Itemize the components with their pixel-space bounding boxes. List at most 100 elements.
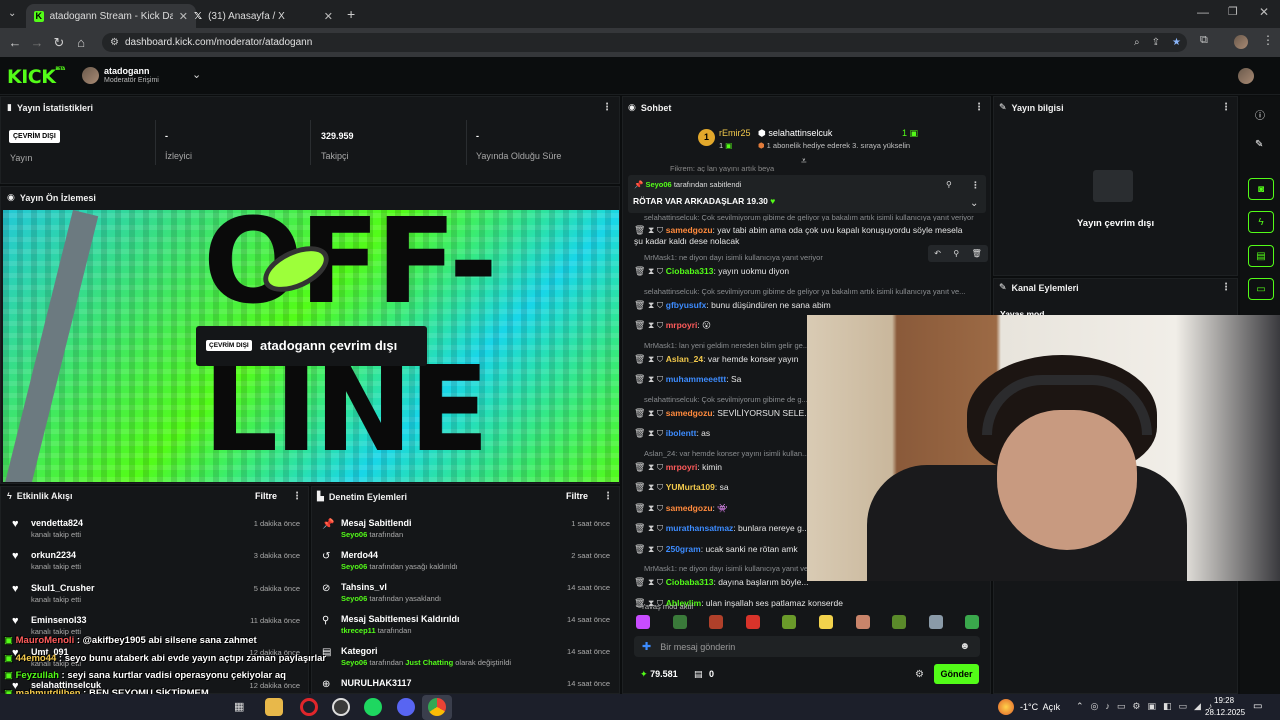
stats-menu-icon[interactable]: ⋮ — [602, 102, 612, 113]
ban-user-icon[interactable]: ⛉ — [657, 374, 666, 384]
rail-notes-button[interactable]: ▤ — [1248, 245, 1274, 267]
delete-message-icon[interactable]: 🗑 — [634, 544, 648, 554]
maximize-button[interactable]: ❐ — [1228, 5, 1238, 18]
close-tab-icon[interactable]: ✕ — [324, 10, 333, 23]
rail-camera-button[interactable]: ◙ — [1248, 178, 1274, 200]
chat-message[interactable]: 🗑 ⧗ ⛉ Aslan_24: var hemde konser yayın — [634, 354, 799, 365]
timeout-icon[interactable]: ⧗ — [648, 577, 657, 587]
emote-button[interactable] — [709, 615, 724, 629]
forward-icon[interactable]: → — [26, 35, 48, 50]
timeout-icon[interactable]: ⧗ — [648, 482, 657, 492]
chrome-icon[interactable] — [428, 698, 446, 716]
site-info-icon[interactable]: ⚙ — [110, 37, 119, 48]
timeout-icon[interactable]: ⧗ — [648, 408, 657, 418]
channel-switch-chevron-icon[interactable]: ⌄ — [192, 68, 201, 81]
weather-text[interactable]: -1°C Açık — [1020, 702, 1060, 712]
chat-message[interactable]: 🗑 ⧗ ⛉ mrpoyri: kimin — [634, 462, 722, 473]
emote-button[interactable] — [819, 615, 833, 629]
ban-user-icon[interactable]: ⛉ — [657, 544, 666, 554]
send-button[interactable]: Gönder — [934, 664, 979, 684]
chat-message[interactable]: 🗑 ⧗ ⛉ samedgozu: yav tabi abim ama oda ç… — [634, 225, 962, 236]
profile-avatar[interactable] — [1234, 35, 1248, 49]
ban-user-icon[interactable]: ⛉ — [657, 320, 666, 330]
chat-message[interactable]: 🗑 ⧗ ⛉ samedgozu: SEVİLİYORSUN SELE... — [634, 408, 811, 419]
pin-message-icon[interactable]: ⚲ — [953, 249, 959, 258]
modaction-user[interactable]: tkrecep11 — [341, 626, 376, 635]
minimize-button[interactable]: — — [1197, 5, 1209, 19]
modaction-user[interactable]: Seyo06 — [341, 658, 367, 667]
chat-message[interactable]: 🗑 ⧗ ⛉ ibolentt: as — [634, 428, 710, 439]
file-explorer-icon[interactable] — [265, 698, 283, 716]
chat-username[interactable]: gfbyusufx — [666, 300, 707, 310]
chat-username[interactable]: Ciobaba313 — [666, 266, 714, 276]
chat-username[interactable]: samedgozu — [666, 408, 713, 418]
chat-message[interactable]: 🗑 ⧗ ⛉ YUMurta109: sa — [634, 482, 729, 493]
timeout-icon[interactable]: ⧗ — [648, 462, 657, 472]
delete-message-icon[interactable]: 🗑 — [634, 225, 648, 235]
chat-username[interactable]: samedgozu — [666, 503, 713, 513]
share-icon[interactable]: ⇪ — [1152, 37, 1160, 48]
chat-message[interactable]: 🗑 ⧗ ⛉ murathansatmaz: bunlara nereye g..… — [634, 523, 809, 534]
delete-message-icon[interactable]: 🗑 — [634, 374, 648, 384]
chat-message[interactable]: 🗑 ⧗ ⛉ gfbyusufx: bunu düşündüren ne sana… — [634, 300, 831, 311]
rail-bolt-button[interactable]: ϟ — [1248, 211, 1274, 233]
activity-user[interactable]: Skul1_Crusher — [31, 583, 95, 593]
tray-icons[interactable]: ⌃◎♪▭⚙▣◧▭◢♪ — [1076, 701, 1219, 712]
timeout-icon[interactable]: ⧗ — [648, 523, 657, 533]
ban-user-icon[interactable]: ⛉ — [657, 266, 666, 276]
discord-icon[interactable] — [397, 698, 415, 716]
tab-x[interactable]: 𝕏 (31) Anasayfa / X ✕ — [186, 4, 341, 28]
chat-username[interactable]: Ciobaba313 — [666, 577, 714, 587]
delete-message-icon[interactable]: 🗑 — [634, 266, 648, 276]
timeout-icon[interactable]: ⧗ — [648, 544, 657, 554]
delete-message-icon[interactable]: 🗑 — [634, 503, 648, 513]
emoji-picker-icon[interactable]: ☻ — [959, 641, 970, 652]
delete-message-icon[interactable]: 🗑 — [634, 320, 648, 330]
tab-search-icon[interactable]: ⌄ — [8, 8, 22, 20]
delete-icon[interactable]: 🗑 — [972, 249, 982, 258]
rail-chat-button[interactable]: ▭ — [1248, 278, 1274, 300]
pinned-menu-icon[interactable]: ⋮ — [971, 180, 980, 191]
pinned-expand-chevron-icon[interactable]: ⌄ — [970, 198, 978, 209]
timeout-icon[interactable]: ⧗ — [648, 428, 657, 438]
close-window-button[interactable]: ✕ — [1259, 5, 1269, 19]
chat-settings-icon[interactable]: ⚙ — [915, 669, 924, 680]
activity-menu-icon[interactable]: ⋮ — [292, 491, 302, 502]
back-icon[interactable]: ← — [4, 35, 26, 50]
chat-username[interactable]: mrpoyri — [666, 320, 698, 330]
activity-user[interactable]: vendetta824 — [31, 518, 83, 528]
ban-user-icon[interactable]: ⛉ — [657, 354, 666, 364]
activity-filter-button[interactable]: Filtre — [255, 491, 277, 501]
kick-logo[interactable]: KICKBETA — [7, 66, 65, 88]
chat-username[interactable]: mrpoyri — [666, 462, 698, 472]
emote-button[interactable] — [965, 615, 980, 629]
menu-icon[interactable]: ⋮ — [1262, 33, 1274, 47]
chat-message[interactable]: 🗑 ⧗ ⛉ muhammeeettt: Sa — [634, 374, 741, 385]
ban-user-icon[interactable]: ⛉ — [657, 523, 666, 533]
chat-username[interactable]: Aslan_24 — [666, 354, 703, 364]
chat-username[interactable]: muhammeeettt — [666, 374, 726, 384]
emote-button[interactable] — [855, 615, 870, 629]
clock-date[interactable]: 28.12.2025 — [1205, 708, 1245, 717]
chat-input[interactable]: ✚ Bir mesaj gönderin ☻ — [634, 636, 980, 657]
emote-button[interactable] — [672, 615, 687, 629]
modactions-filter-button[interactable]: Filtre — [566, 491, 588, 501]
reply-icon[interactable]: ↶ — [934, 249, 941, 258]
ban-user-icon[interactable]: ⛉ — [657, 577, 666, 587]
ban-user-icon[interactable]: ⛉ — [657, 503, 666, 513]
obs-icon[interactable] — [332, 698, 350, 716]
user-avatar[interactable] — [1238, 68, 1254, 84]
emote-button[interactable] — [636, 615, 650, 629]
ban-user-icon[interactable]: ⛉ — [657, 300, 666, 310]
ban-user-icon[interactable]: ⛉ — [657, 225, 666, 235]
timeout-icon[interactable]: ⧗ — [648, 374, 657, 384]
delete-message-icon[interactable]: 🗑 — [634, 462, 648, 472]
unpin-icon[interactable]: ⚲ — [946, 180, 952, 189]
clock-time[interactable]: 19:28 — [1214, 696, 1234, 705]
timeout-icon[interactable]: ⧗ — [648, 354, 657, 364]
extensions-icon[interactable]: ⧉ — [1200, 34, 1208, 47]
notifications-icon[interactable]: ▭ — [1253, 701, 1262, 712]
ban-user-icon[interactable]: ⛉ — [657, 428, 666, 438]
bookmark-star-icon[interactable]: ★ — [1172, 37, 1181, 48]
modaction-user[interactable]: Seyo06 — [341, 562, 367, 571]
